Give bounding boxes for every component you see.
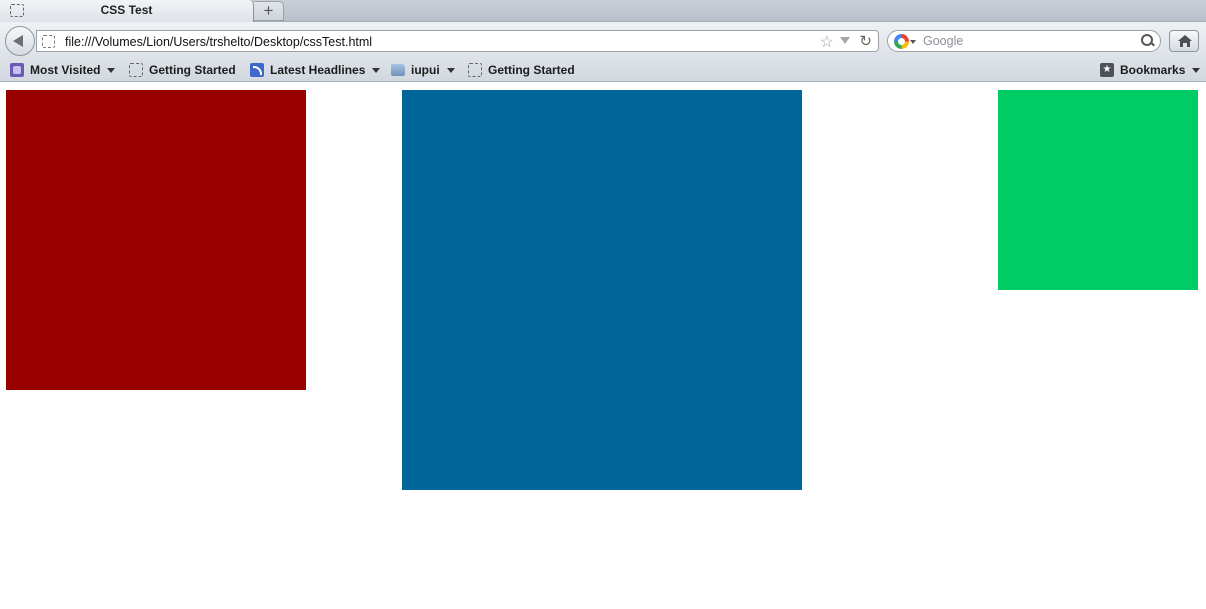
- back-button[interactable]: [5, 26, 35, 56]
- navigation-toolbar: file:///Volumes/Lion/Users/trshelto/Desk…: [0, 22, 1206, 58]
- bookmarks-menu-button[interactable]: ★ Bookmarks: [1100, 62, 1201, 78]
- chevron-down-icon: [1192, 67, 1201, 73]
- home-button[interactable]: [1169, 30, 1199, 52]
- history-dropdown-icon[interactable]: [840, 37, 850, 44]
- google-icon: [894, 34, 909, 49]
- bookmark-label: iupui: [411, 63, 440, 77]
- blue-box: [402, 90, 802, 490]
- page-content: [0, 82, 1206, 609]
- bookmark-star-icon[interactable]: ☆: [820, 32, 834, 52]
- search-input[interactable]: [923, 34, 1123, 48]
- chevron-down-icon: [446, 67, 455, 73]
- folder-icon: [391, 64, 405, 76]
- smart-folder-icon: [10, 63, 24, 77]
- search-icon[interactable]: [1141, 34, 1155, 48]
- page-icon: [42, 35, 55, 48]
- home-icon: [1178, 35, 1192, 47]
- bookmarks-toolbar: Most Visited Getting Started Latest Head…: [0, 58, 1206, 82]
- chevron-down-icon: [910, 40, 916, 44]
- bookmarks-menu-label: Bookmarks: [1120, 63, 1186, 77]
- bookmark-getting-started[interactable]: Getting Started: [129, 62, 236, 78]
- page-icon: [468, 63, 482, 77]
- bookmark-iupui[interactable]: iupui: [391, 62, 455, 78]
- bookmark-label: Latest Headlines: [270, 63, 366, 77]
- bookmark-latest-headlines[interactable]: Latest Headlines: [250, 62, 381, 78]
- red-box: [6, 90, 306, 390]
- new-tab-button[interactable]: +: [254, 1, 284, 21]
- bookmark-getting-started-2[interactable]: Getting Started: [468, 62, 575, 78]
- tab-css-test[interactable]: CSS Test: [0, 0, 254, 22]
- reload-icon[interactable]: ↻: [859, 32, 872, 50]
- address-bar[interactable]: file:///Volumes/Lion/Users/trshelto/Desk…: [36, 30, 879, 52]
- bookmark-label: Most Visited: [30, 63, 101, 77]
- chevron-down-icon: [372, 67, 381, 73]
- rss-icon: [250, 63, 264, 77]
- bookmark-most-visited[interactable]: Most Visited: [10, 62, 116, 78]
- url-text[interactable]: file:///Volumes/Lion/Users/trshelto/Desk…: [65, 35, 372, 49]
- search-engine-selector[interactable]: [894, 34, 916, 50]
- tab-strip: CSS Test +: [0, 0, 1206, 22]
- bookmark-label: Getting Started: [488, 63, 575, 77]
- page-icon: [10, 4, 24, 17]
- tab-title: CSS Test: [100, 3, 153, 17]
- bookmark-label: Getting Started: [149, 63, 236, 77]
- green-box: [998, 90, 1198, 290]
- page-icon: [129, 63, 143, 77]
- search-bar[interactable]: [887, 30, 1161, 52]
- chevron-down-icon: [107, 67, 116, 73]
- bookmarks-star-icon: ★: [1100, 63, 1114, 77]
